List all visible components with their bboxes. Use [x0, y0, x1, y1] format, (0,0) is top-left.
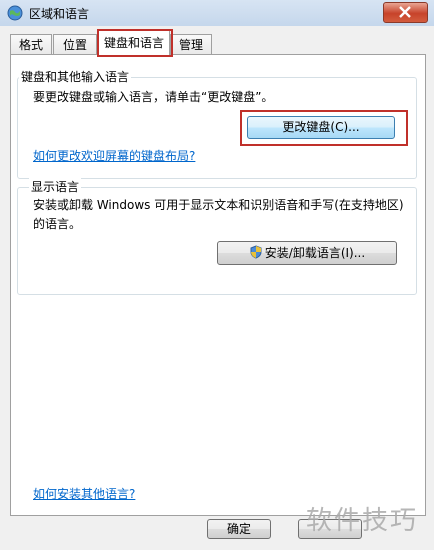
- keyboard-layout-help-link[interactable]: 如何更改欢迎屏幕的键盘布局?: [33, 147, 195, 164]
- shield-icon: [250, 245, 262, 259]
- tab-location[interactable]: 位置: [53, 34, 97, 55]
- install-uninstall-languages-button[interactable]: 安装/卸载语言(I)...: [217, 241, 397, 265]
- keyboard-group-title: 键盘和其他输入语言: [19, 68, 132, 85]
- tab-administrative[interactable]: 管理: [170, 34, 212, 55]
- window-title: 区域和语言: [29, 7, 90, 21]
- globe-icon: [7, 5, 23, 21]
- display-language-description: 安装或卸载 Windows 可用于显示文本和识别语音和手写(在支持地区)的语言。: [33, 198, 404, 231]
- ok-button[interactable]: 确定: [207, 519, 271, 539]
- change-keyboards-button[interactable]: 更改键盘(C)...: [247, 116, 395, 139]
- close-icon: [399, 6, 411, 18]
- close-button[interactable]: [383, 2, 428, 23]
- title-bar: 区域和语言: [0, 0, 434, 27]
- install-other-languages-link[interactable]: 如何安装其他语言?: [33, 485, 135, 502]
- keyboard-description: 要更改键盘或输入语言，请单击“更改键盘”。: [33, 90, 274, 104]
- tab-panel: 键盘和其他输入语言 要更改键盘或输入语言，请单击“更改键盘”。 更改键盘(C).…: [10, 54, 426, 516]
- install-uninstall-label: 安装/卸载语言(I)...: [264, 246, 366, 260]
- tab-keyboards-languages[interactable]: 键盘和语言: [98, 30, 170, 56]
- display-language-title: 显示语言: [29, 178, 82, 195]
- tab-format[interactable]: 格式: [10, 34, 52, 55]
- watermark-text: 软件技巧: [306, 506, 419, 536]
